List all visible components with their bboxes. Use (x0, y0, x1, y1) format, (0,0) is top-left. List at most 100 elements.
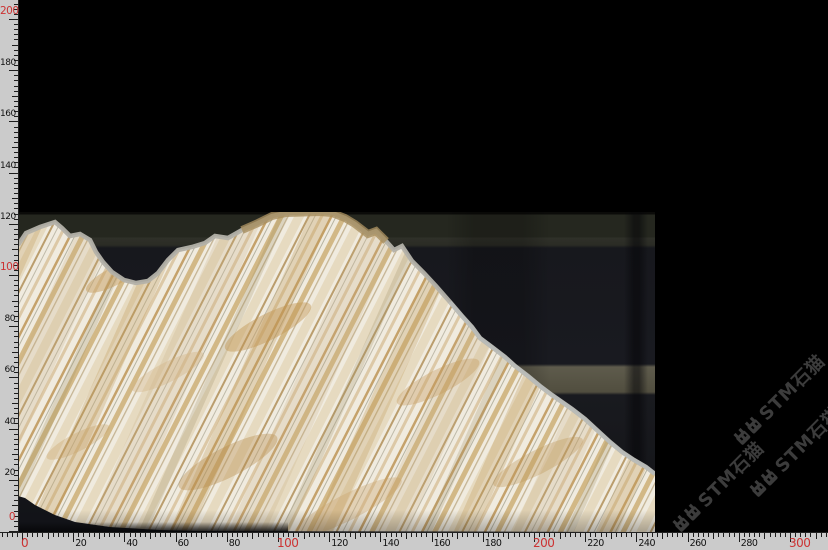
ruler-tick (14, 342, 18, 343)
ruler-tick (375, 533, 376, 537)
ruler-tick (14, 80, 18, 81)
ruler-tick (227, 533, 228, 542)
ruler-tick (237, 533, 238, 537)
ruler-label: 300 (789, 537, 810, 549)
ruler-tick (355, 533, 356, 539)
ruler-tick (391, 533, 392, 537)
ruler-tick (37, 533, 38, 537)
ruler-tick (124, 533, 125, 542)
ruler-tick (14, 485, 18, 486)
ruler-tick (636, 533, 637, 542)
ruler-tick (457, 533, 458, 539)
ruler-label: 180 (485, 539, 502, 549)
measurement-canvas: STM石猫STM石猫STM石猫 200180160140120100806040… (0, 0, 828, 550)
bottom-ruler: 0204060801001201401601802002202402602803… (0, 532, 828, 550)
ruler-tick (150, 533, 151, 539)
ruler-tick (514, 533, 515, 537)
ruler-tick (191, 533, 192, 537)
ruler-tick (201, 533, 202, 539)
ruler-tick (14, 347, 18, 348)
ruler-tick (667, 533, 668, 537)
ruler-tick (196, 533, 197, 537)
ruler-tick (268, 533, 269, 537)
ruler-tick (688, 533, 689, 542)
ruler-tick (729, 533, 730, 537)
ruler-tick (211, 533, 212, 537)
ruler-tick (14, 39, 18, 40)
ruler-label: 260 (690, 539, 707, 549)
ruler-tick (493, 533, 494, 537)
ruler-tick (519, 533, 520, 537)
ruler-tick (109, 533, 110, 537)
ruler-tick (206, 533, 207, 537)
ruler-tick (14, 311, 18, 312)
ruler-tick (12, 352, 18, 353)
ruler-tick (309, 533, 310, 537)
ruler-tick (9, 326, 18, 327)
ruler-label: 40 (126, 539, 137, 549)
ruler-tick (642, 533, 643, 537)
ruler-label: 200 (533, 537, 554, 549)
ruler-tick (14, 306, 18, 307)
ruler-tick (314, 533, 315, 537)
ruler-label: 120 (331, 539, 348, 549)
ruler-tick (565, 533, 566, 537)
ruler-tick (570, 533, 571, 537)
ruler-tick (462, 533, 463, 537)
ruler-tick (14, 127, 18, 128)
ruler-label: 20 (0, 468, 15, 478)
ruler-tick (14, 413, 18, 414)
ruler-tick (14, 434, 18, 435)
ruler-tick (473, 533, 474, 537)
ruler-tick (7, 533, 8, 537)
ruler-tick (145, 533, 146, 537)
ruler-tick (14, 408, 18, 409)
ruler-tick (135, 533, 136, 537)
ruler-tick (14, 280, 18, 281)
ruler-tick (14, 24, 18, 25)
ruler-tick (672, 533, 673, 537)
ruler-tick (503, 533, 504, 537)
ruler-tick (89, 533, 90, 537)
ruler-tick (560, 533, 561, 539)
ruler-label: 40 (0, 417, 15, 427)
left-ruler: 200180160140120100806040200 (0, 0, 19, 532)
ruler-tick (421, 533, 422, 537)
ruler-tick (170, 533, 171, 537)
ruler-tick (9, 173, 18, 174)
ruler-tick (9, 275, 18, 276)
ruler-tick (17, 533, 18, 537)
ruler-tick (14, 239, 18, 240)
ruler-tick (437, 533, 438, 537)
ruler-tick (14, 490, 18, 491)
ruler-tick (12, 198, 18, 199)
ruler-tick (647, 533, 648, 537)
ruler-tick (160, 533, 161, 537)
ruler-tick (734, 533, 735, 537)
ruler-label: 140 (382, 539, 399, 549)
ruler-tick (426, 533, 427, 537)
ruler-tick (754, 533, 755, 537)
ruler-tick (14, 75, 18, 76)
ruler-tick (329, 533, 330, 542)
ruler-tick (14, 208, 18, 209)
ruler-tick (68, 533, 69, 537)
ruler-tick (657, 533, 658, 537)
ruler-tick (242, 533, 243, 537)
ruler-tick (14, 106, 18, 107)
ruler-label: 160 (0, 109, 15, 119)
ruler-tick (775, 533, 776, 537)
ruler-tick (590, 533, 591, 537)
ruler-tick (14, 132, 18, 133)
ruler-tick (14, 449, 18, 450)
ruler-label: 100 (277, 537, 298, 549)
ruler-tick (155, 533, 156, 537)
ruler-tick (14, 234, 18, 235)
ruler-tick (14, 193, 18, 194)
ruler-tick (319, 533, 320, 537)
ruler-tick (744, 533, 745, 537)
ruler-tick (708, 533, 709, 537)
ruler-tick (452, 533, 453, 537)
ruler-tick (63, 533, 64, 537)
ruler-label: 180 (0, 58, 15, 68)
